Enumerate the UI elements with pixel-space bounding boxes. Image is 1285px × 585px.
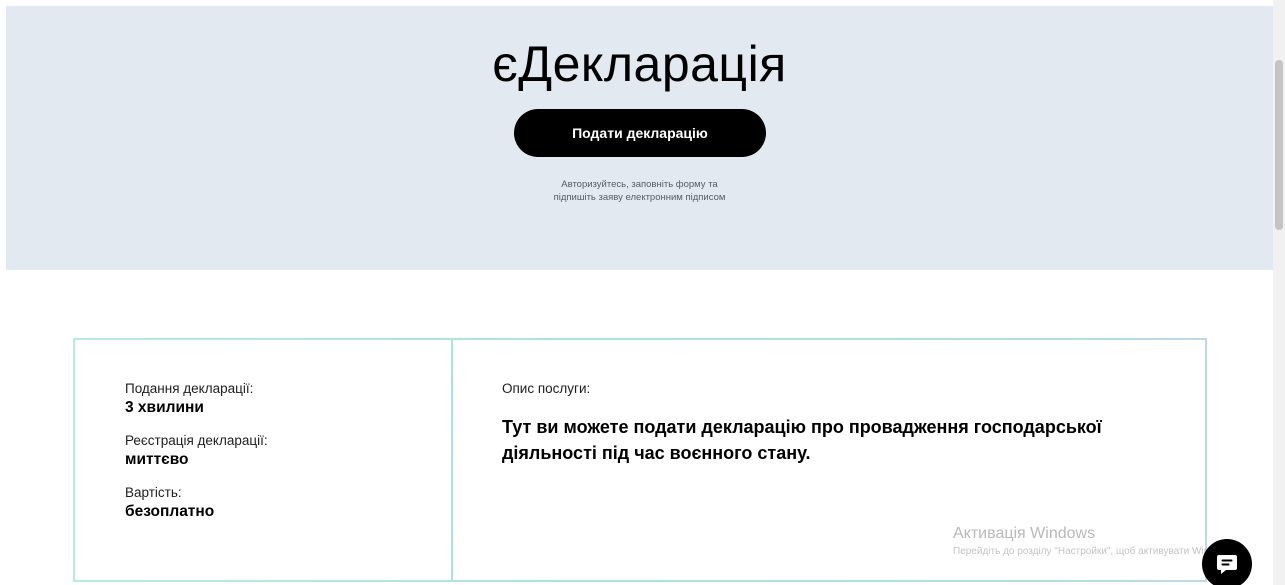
fact-value-registration: миттєво <box>125 451 189 468</box>
chat-icon <box>1217 555 1237 574</box>
description-text: Тут ви можете подати декларацію про пров… <box>502 417 1102 463</box>
fact-value-cost: безоплатно <box>125 503 215 520</box>
service-facts: Подання декларації: 3 хвилини Реєстрація… <box>125 380 425 536</box>
fact-value-submission: 3 хвилини <box>125 399 204 416</box>
scrollbar-thumb[interactable] <box>1275 60 1283 230</box>
hero-banner: єДекларація Подати декларацію Авторизуйт… <box>6 6 1273 270</box>
service-description: Опис послуги: Тут ви можете подати декла… <box>502 380 1182 466</box>
cta-hint: Авторизуйтесь, заповніть форму та підпиш… <box>553 179 726 203</box>
card-divider <box>451 340 453 580</box>
page-title: єДекларація <box>492 36 787 92</box>
fact-label-registration: Реєстрація декларації: <box>125 433 268 448</box>
fact-label-submission: Подання декларації: <box>125 381 254 396</box>
description-label: Опис послуги: <box>502 381 591 396</box>
scrollbar[interactable] <box>1273 0 1285 585</box>
page: єДекларація Подати декларацію Авторизуйт… <box>0 0 1285 585</box>
fact-label-cost: Вартість: <box>125 485 182 500</box>
submit-declaration-button[interactable]: Подати декларацію <box>514 109 766 157</box>
chat-button[interactable] <box>1202 539 1252 585</box>
